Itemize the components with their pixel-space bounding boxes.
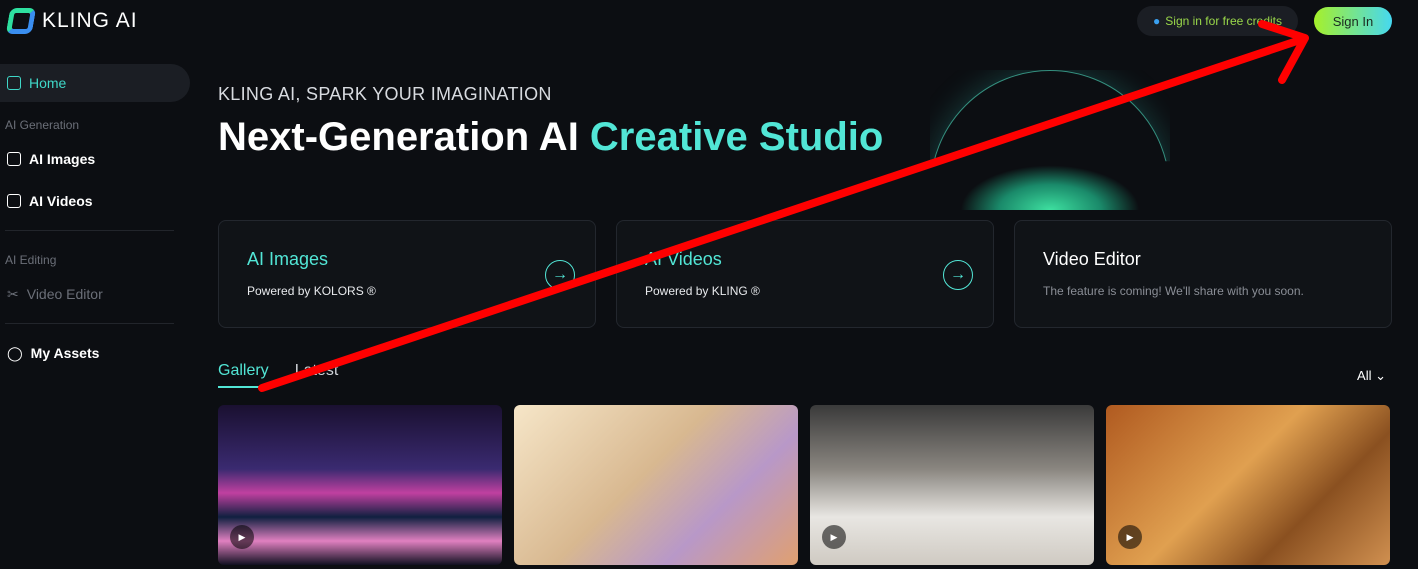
sidebar-item-my-assets[interactable]: ◯ My Assets — [0, 334, 190, 372]
play-icon[interactable]: ▶ — [1118, 525, 1142, 549]
tab-latest[interactable]: Latest — [295, 362, 339, 388]
scissors-icon: ✂ — [7, 285, 19, 302]
home-icon — [7, 76, 21, 90]
video-camera-icon — [7, 194, 21, 208]
divider — [5, 230, 174, 231]
arrow-right-icon[interactable]: → — [943, 260, 973, 290]
sidebar-item-ai-videos[interactable]: AI Videos — [0, 182, 190, 220]
section-ai-generation: AI Generation — [5, 118, 80, 132]
image-icon — [7, 152, 21, 166]
sidebar: Home AI Generation AI Images AI Videos A… — [0, 64, 190, 376]
sign-in-button[interactable]: Sign In — [1314, 7, 1392, 35]
free-credits-button[interactable]: ● Sign in for free credits — [1137, 6, 1298, 36]
tab-gallery[interactable]: Gallery — [218, 362, 269, 388]
play-icon[interactable]: ▶ — [822, 525, 846, 549]
gallery-item[interactable]: ▶ — [218, 405, 502, 565]
hero-subtitle: KLING AI, SPARK YOUR IMAGINATION — [218, 84, 552, 104]
play-icon[interactable]: ▶ — [230, 525, 254, 549]
logo[interactable]: KLING AI — [5, 8, 138, 34]
card-ai-videos[interactable]: AI Videos Powered by KLING ® → — [616, 220, 994, 328]
divider — [5, 323, 174, 324]
kling-logo-icon — [5, 8, 37, 34]
section-ai-editing: AI Editing — [5, 253, 57, 267]
flame-icon: ● — [1153, 14, 1161, 28]
user-icon: ◯ — [7, 344, 23, 361]
gallery-item[interactable]: ▶ — [1106, 405, 1390, 565]
card-ai-images[interactable]: AI Images Powered by KOLORS ® → — [218, 220, 596, 328]
hero-title: Next-Generation AI Creative Studio — [218, 115, 884, 159]
sidebar-item-video-editor[interactable]: ✂ Video Editor — [0, 275, 190, 313]
gallery-item[interactable] — [514, 405, 798, 565]
sidebar-item-ai-images[interactable]: AI Images — [0, 140, 190, 178]
hero-wave-decoration — [960, 165, 1140, 210]
arrow-right-icon[interactable]: → — [545, 260, 575, 290]
filter-dropdown[interactable]: All ⌄ — [1357, 368, 1386, 384]
gallery-item[interactable]: ▶ — [810, 405, 1094, 565]
sidebar-item-home[interactable]: Home — [0, 64, 190, 102]
card-video-editor: Video Editor The feature is coming! We'll… — [1014, 220, 1392, 328]
